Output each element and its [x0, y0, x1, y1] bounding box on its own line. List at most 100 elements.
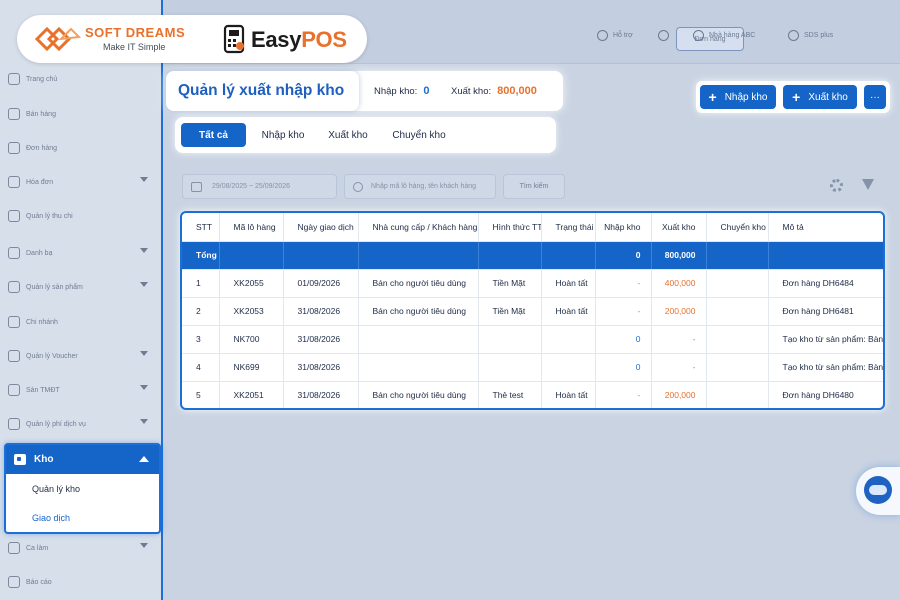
column-header[interactable]: Hình thức TT	[478, 213, 542, 242]
table-row[interactable]: 1 XK2055 01/09/2026 Bán cho người tiêu d…	[182, 269, 883, 298]
sidebar-item-label: Kho	[34, 454, 54, 465]
easypos-easy: Easy	[251, 27, 302, 52]
cell-payment: Tiền Mặt	[478, 269, 542, 298]
column-header[interactable]: Mã lô hàng	[219, 213, 284, 242]
cell-status: Hoàn tất	[541, 269, 596, 298]
notification-button[interactable]	[658, 30, 674, 41]
sidebar-item-orders[interactable]: Đơn hàng	[8, 137, 156, 159]
chevron-down-icon	[140, 282, 148, 287]
sidebar-subitem-manage-warehouse[interactable]: Quản lý kho	[6, 474, 159, 503]
filter-icon[interactable]	[862, 179, 874, 190]
column-header[interactable]: Nhập kho	[595, 213, 652, 242]
column-header[interactable]: Mô tả	[768, 213, 883, 242]
gear-icon[interactable]	[830, 179, 843, 192]
column-header[interactable]: STT	[182, 213, 220, 242]
tab-import[interactable]: Nhập kho	[253, 123, 313, 147]
store-icon	[693, 30, 704, 41]
transactions-table: STT Mã lô hàng Ngày giao dịch Nhà cung c…	[180, 211, 885, 410]
tab-transfer[interactable]: Chuyển kho	[383, 123, 455, 147]
product-icon	[8, 281, 20, 293]
more-button[interactable]: ···	[864, 85, 886, 109]
sidebar-item-invoices[interactable]: Hóa đơn	[8, 171, 156, 193]
search-button-label: Tìm kiếm	[519, 183, 549, 190]
cell-date: 31/08/2026	[283, 325, 359, 354]
page-title: Quản lý xuất nhập kho	[166, 71, 359, 111]
cell-export: -	[651, 325, 707, 354]
chat-assistant-button[interactable]	[856, 467, 900, 515]
table-row[interactable]: 5 XK2051 31/08/2026 Bán cho người tiêu d…	[182, 381, 883, 408]
chevron-down-icon	[140, 385, 148, 390]
help-label: Hỗ trợ	[613, 32, 633, 39]
sidebar-item-sales[interactable]: Bán hàng	[8, 103, 156, 125]
tab-all[interactable]: Tất cả	[181, 123, 246, 147]
invoice-icon	[8, 176, 20, 188]
sidebar-item-home[interactable]: Trang chủ	[8, 68, 156, 90]
softdreams-name: SOFT DREAMS	[85, 25, 186, 40]
sidebar-item-contacts[interactable]: Danh bạ	[8, 242, 156, 264]
cell-code: XK2051	[219, 381, 284, 408]
sidebar-item-voucher[interactable]: Quản lý Voucher	[8, 345, 156, 367]
table-row[interactable]: 4 NK699 31/08/2026 0 - Tạo kho từ sản ph…	[182, 353, 883, 382]
table-row[interactable]: 3 NK700 31/08/2026 0 - Tạo kho từ sản ph…	[182, 325, 883, 354]
cell-status	[541, 325, 596, 354]
cell-status: Hoàn tất	[541, 297, 596, 326]
sidebar-item-label: Chi nhánh	[26, 318, 58, 326]
report-icon	[8, 576, 20, 588]
cell-date: 31/08/2026	[283, 297, 359, 326]
softdreams-tagline: Make IT Simple	[103, 42, 166, 52]
sidebar-item-shifts[interactable]: Ca làm	[8, 537, 156, 559]
sidebar-item-label: Ca làm	[26, 544, 49, 552]
user-menu[interactable]: SDS plus	[788, 30, 833, 41]
cell-desc: Tạo kho từ sản phẩm: Bàn chải	[768, 353, 883, 382]
help-icon	[597, 30, 608, 41]
sidebar-item-reports[interactable]: Báo cáo	[8, 571, 156, 593]
chevron-up-icon	[139, 456, 149, 462]
column-header[interactable]: Xuất kho	[651, 213, 707, 242]
transaction-tabs: Tất cả Nhập kho Xuất kho Chuyển kho	[175, 117, 556, 153]
cell-transfer	[706, 297, 769, 326]
cell-stt: 1	[182, 269, 220, 298]
table-total-row: Tổng 0 800,000	[182, 241, 883, 270]
column-header[interactable]: Nhà cung cấp / Khách hàng	[358, 213, 479, 242]
plus-icon: +	[792, 89, 801, 105]
sidebar-item-products[interactable]: Quản lý sản phẩm	[8, 276, 156, 298]
cell-stt: 4	[182, 353, 220, 382]
sidebar-item-label: Hóa đơn	[26, 178, 54, 186]
cell-export: -	[651, 353, 707, 382]
help-link[interactable]: Hỗ trợ	[597, 30, 633, 41]
sidebar-subitem-transactions[interactable]: Giao dịch	[6, 503, 159, 532]
search-button[interactable]: Tìm kiếm	[503, 174, 565, 199]
date-range-value: 29/08/2025 ~ 25/09/2026	[212, 183, 291, 190]
column-header[interactable]: Chuyển kho	[706, 213, 769, 242]
cell-partner: Bán cho người tiêu dùng	[358, 381, 479, 408]
store-selector[interactable]: Nhà hàng ABC	[693, 30, 755, 41]
cell-status	[541, 353, 596, 382]
cell-import: 0	[595, 353, 652, 382]
import-button[interactable]: + Nhập kho	[700, 85, 776, 109]
export-button[interactable]: + Xuất kho	[783, 85, 857, 109]
cell-stt: 5	[182, 381, 220, 408]
cell-export: 200,000	[651, 297, 707, 326]
total-import: 0	[595, 241, 652, 270]
action-toolbar: + Nhập kho + Xuất kho ···	[696, 81, 890, 113]
search-input[interactable]: Nhập mã lô hàng, tên khách hàng	[344, 174, 496, 199]
sidebar-item-label: Quản lý thu chi	[26, 212, 73, 220]
cell-desc: Đơn hàng DH6480	[768, 381, 883, 408]
import-summary-value: 0	[423, 85, 430, 97]
table-row[interactable]: 2 XK2053 31/08/2026 Bán cho người tiêu d…	[182, 297, 883, 326]
sidebar-item-branches[interactable]: Chi nhánh	[8, 311, 156, 333]
column-header[interactable]: Ngày giao dịch	[283, 213, 359, 242]
cell-date: 31/08/2026	[283, 381, 359, 408]
sidebar-item-service-fee[interactable]: Quản lý phí dịch vụ	[8, 413, 156, 435]
sidebar-item-kho[interactable]: Kho	[6, 445, 159, 474]
sidebar-item-ecommerce[interactable]: Sàn TMĐT	[8, 379, 156, 401]
sidebar-item-cashflow[interactable]: Quản lý thu chi	[8, 205, 156, 227]
cell-transfer	[706, 353, 769, 382]
contacts-icon	[8, 247, 20, 259]
cell-transfer	[706, 269, 769, 298]
voucher-icon	[8, 350, 20, 362]
search-icon	[353, 181, 363, 192]
tab-export[interactable]: Xuất kho	[320, 123, 376, 147]
column-header[interactable]: Trạng thái	[541, 213, 596, 242]
date-range-picker[interactable]: 29/08/2025 ~ 25/09/2026	[182, 174, 337, 199]
